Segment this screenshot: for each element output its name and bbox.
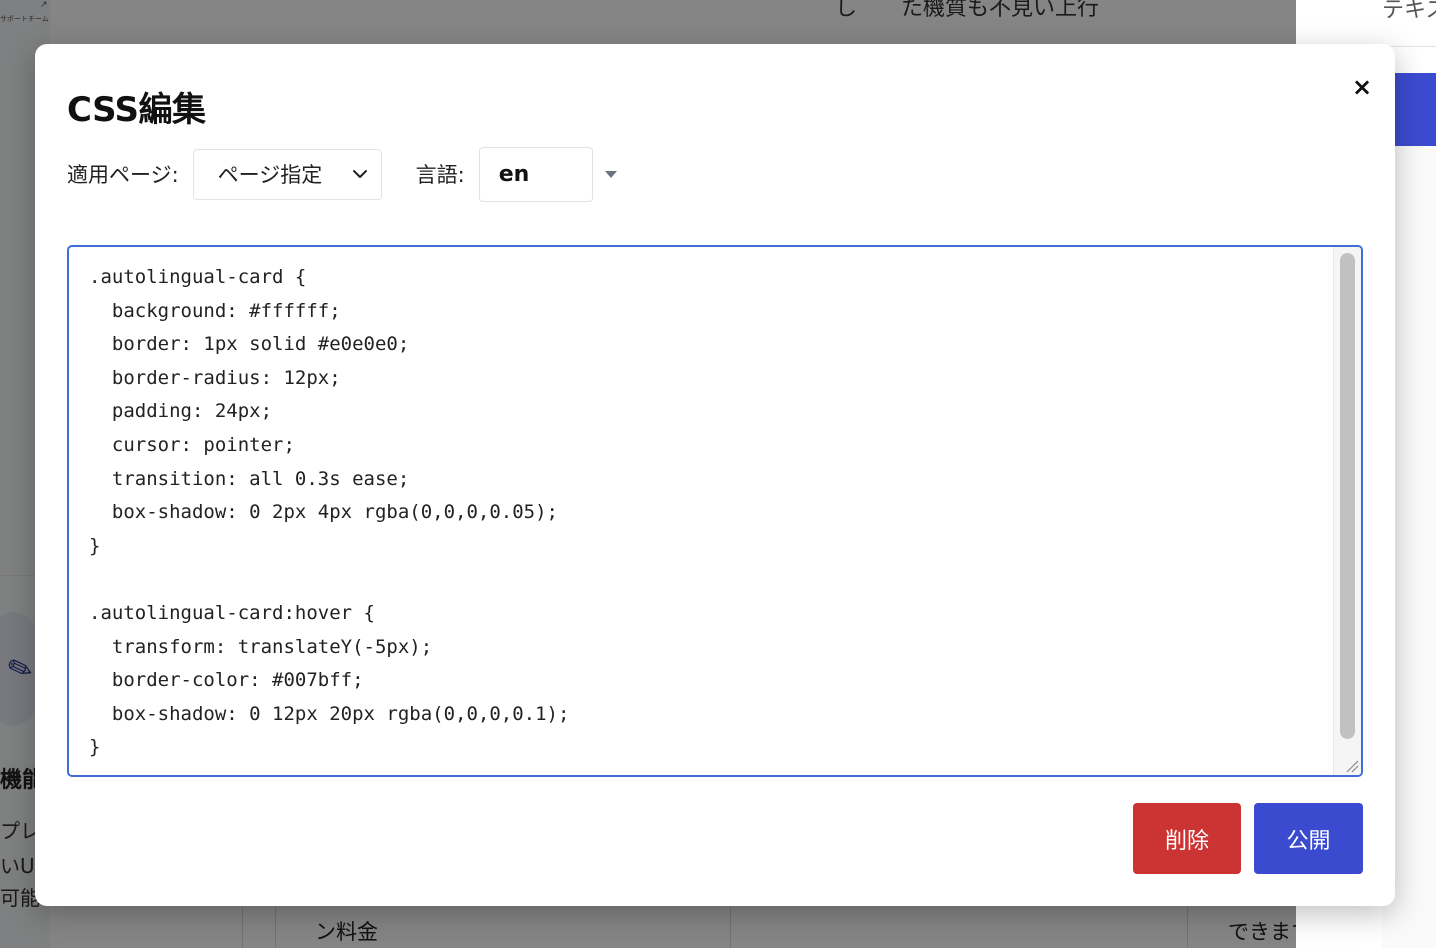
side-panel-text: テキスト (1382, 0, 1436, 23)
delete-button[interactable]: 削除 (1133, 803, 1241, 874)
caret-down-icon[interactable] (604, 170, 617, 178)
css-code-editor[interactable]: .autolingual-card { background: #ffffff;… (67, 245, 1363, 777)
page-label: 適用ページ: (67, 163, 179, 187)
css-code-text[interactable]: .autolingual-card { background: #ffffff;… (89, 261, 569, 765)
language-label: 言語: (415, 163, 465, 187)
modal-title: CSS編集 (67, 90, 206, 130)
editor-scrollbar[interactable] (1333, 247, 1361, 775)
css-edit-modal: × CSS編集 適用ページ: ページ指定 言語: en .autolingual… (35, 44, 1395, 906)
language-input[interactable]: en (478, 146, 593, 202)
page-select[interactable]: ページ指定 (192, 148, 382, 200)
close-button[interactable]: × (1347, 72, 1377, 102)
modal-controls: 適用ページ: ページ指定 言語: en (67, 146, 617, 202)
chevron-down-icon (352, 170, 367, 178)
page-select-value: ページ指定 (217, 163, 323, 187)
resize-handle-icon[interactable] (1343, 757, 1359, 773)
editor-scrollbar-thumb[interactable] (1340, 253, 1355, 739)
publish-button[interactable]: 公開 (1254, 803, 1363, 874)
language-value: en (498, 161, 530, 187)
